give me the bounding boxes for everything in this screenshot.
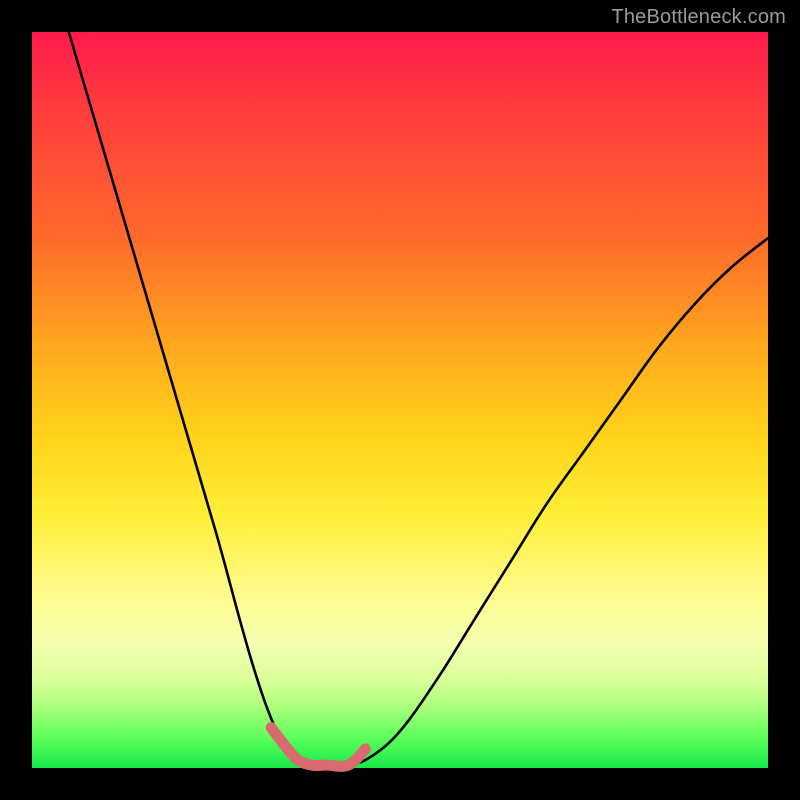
bottleneck-curve	[69, 32, 768, 766]
plot-area	[32, 32, 768, 768]
valley-highlight	[271, 728, 365, 767]
chart-frame: TheBottleneck.com	[0, 0, 800, 800]
curve-svg	[32, 32, 768, 768]
watermark-text: TheBottleneck.com	[611, 6, 786, 29]
